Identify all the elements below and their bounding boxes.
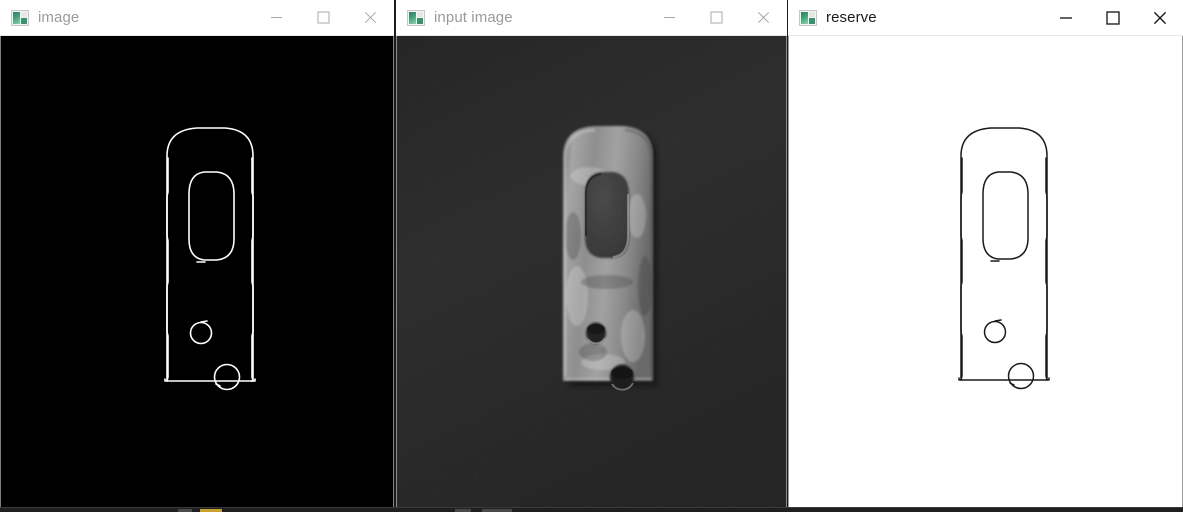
taskbar-sliver[interactable] [0, 507, 1183, 512]
close-button-reserve[interactable] [1136, 0, 1183, 35]
close-button-input-image[interactable] [740, 0, 787, 35]
window-title-reserve: reserve [826, 9, 877, 26]
minimize-button-reserve[interactable] [1042, 0, 1089, 35]
opencv-image-icon [799, 9, 817, 26]
opencv-image-icon [407, 9, 425, 26]
image-canvas-input-image[interactable] [396, 36, 787, 512]
image-canvas-image[interactable] [0, 36, 394, 512]
contour-map-canvas [789, 36, 1182, 511]
titlebar-image[interactable]: image [0, 0, 394, 36]
edge-map-canvas [1, 36, 393, 511]
caption-buttons-image [253, 0, 394, 35]
minimize-button-image[interactable] [253, 0, 300, 35]
window-title-input-image: input image [434, 9, 513, 26]
window-title-image: image [38, 9, 80, 26]
maximize-button-input-image[interactable] [693, 0, 740, 35]
image-canvas-reserve[interactable] [788, 36, 1183, 512]
minimize-button-input-image[interactable] [646, 0, 693, 35]
grayscale-photo-canvas [397, 36, 786, 511]
maximize-button-image[interactable] [300, 0, 347, 35]
titlebar-input-image[interactable]: input image [396, 0, 787, 36]
window-input-image[interactable]: input image [396, 0, 787, 512]
close-button-image[interactable] [347, 0, 394, 35]
window-reserve[interactable]: reserve [788, 0, 1183, 512]
desktop: image input image reserve [0, 0, 1183, 512]
titlebar-reserve[interactable]: reserve [788, 0, 1183, 36]
opencv-image-icon [11, 9, 29, 26]
window-image[interactable]: image [0, 0, 394, 512]
caption-buttons-reserve [1042, 0, 1183, 35]
maximize-button-reserve[interactable] [1089, 0, 1136, 35]
caption-buttons-input-image [646, 0, 787, 35]
